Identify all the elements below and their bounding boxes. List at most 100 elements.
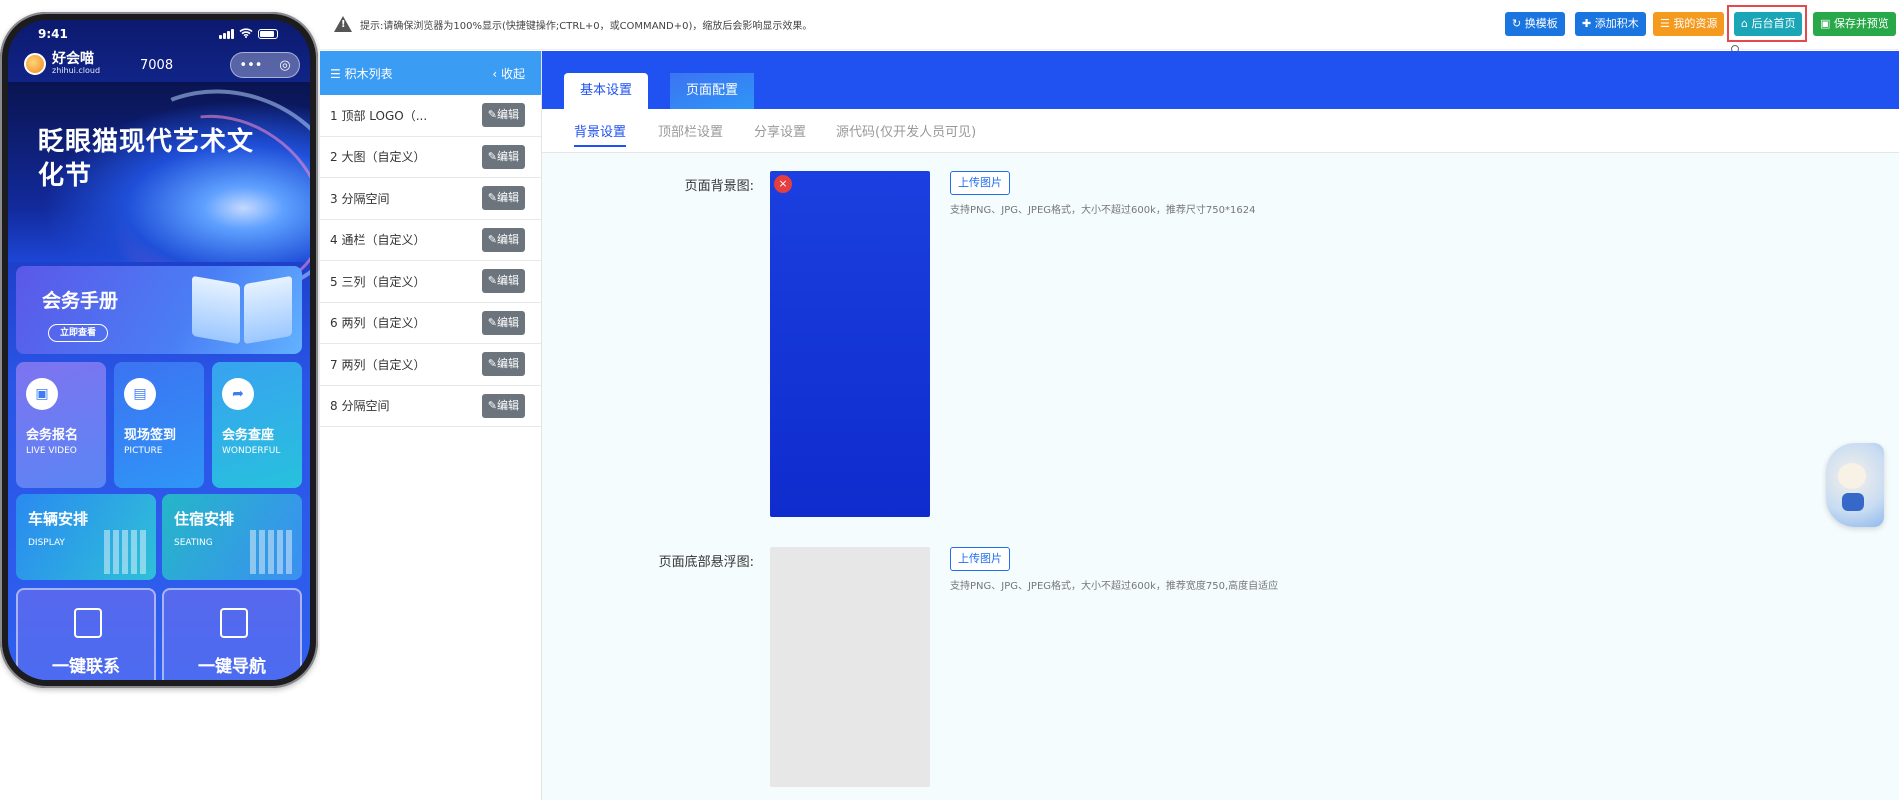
miniapp-capsule[interactable]: ••• ◎ [230,52,300,78]
edit-label: 编辑 [497,108,519,122]
edit-block-button[interactable]: ✎编辑 [481,269,525,294]
tile-seat[interactable]: ➦ 会务查座 WONDERFUL [212,362,302,488]
footer-float-hint: 支持PNG、JPG、JPEG格式，大小不超过600k，推荐宽度750,高度自适应 [950,581,1279,592]
edit-label: 编辑 [497,315,519,329]
contact-card-icon [220,608,248,638]
tile-subtitle: DISPLAY [28,538,65,548]
block-item-label: 7 两列（自定义） [330,357,426,372]
seats-icon [250,530,294,574]
save-preview-button[interactable]: ▣ 保存并预览 [1813,12,1896,36]
block-list-item[interactable]: 5 三列（自定义） ✎编辑 [320,261,541,303]
subtab-topbar[interactable]: 顶部栏设置 [658,121,723,140]
block-item-label: 6 两列（自定义） [330,316,426,331]
my-resources-button[interactable]: ☰ 我的资源 [1653,12,1725,36]
my-resources-label: 我的资源 [1673,17,1718,30]
edit-icon: ✎ [487,149,497,163]
edit-block-button[interactable]: ✎编辑 [481,103,525,128]
block-list-item[interactable]: 7 两列（自定义） ✎编辑 [320,344,541,386]
warning-icon [334,16,352,32]
block-list-item[interactable]: 4 通栏（自定义） ✎编辑 [320,220,541,261]
edit-label: 编辑 [497,191,519,205]
share-icon: ➦ [222,378,254,410]
battery-icon [258,29,278,39]
hero-title: 眨眼猫现代艺术文化节 [38,127,255,191]
tile-subtitle: WONDERFUL [222,446,281,456]
tile-register[interactable]: ▣ 会务报名 LIVE VIDEO [16,362,106,488]
block-list: 1 顶部 LOGO（... ✎编辑 2 大图（自定义） ✎编辑 3 分隔空间 ✎编辑 4 通… [320,95,541,427]
tile-subtitle: PICTURE [124,446,163,456]
block-item-label: 4 通栏（自定义） [330,233,426,248]
edit-icon: ✎ [487,274,497,288]
edit-icon: ✎ [487,357,497,371]
block-list-title: ☰ 积木列表 [330,66,393,81]
edit-icon: ✎ [487,108,497,122]
swap-template-label: 换模板 [1524,17,1558,30]
tile-contact[interactable]: 一键联系 [16,588,156,680]
add-block-button[interactable]: ✚ 添加积木 [1575,12,1646,36]
status-icons [219,27,278,41]
edit-label: 编辑 [497,149,519,163]
book-icon [192,274,292,344]
close-circle-icon[interactable]: ◎ [279,58,290,73]
add-block-label: 添加积木 [1594,17,1639,30]
block-list-header: ☰ 积木列表 ‹ 收起 [320,51,541,95]
swap-template-button[interactable]: ↻ 换模板 [1505,12,1565,36]
main-tabs: 基本设置 页面配置 [542,51,1899,109]
tile-navigate[interactable]: 一键导航 [162,588,302,680]
tile-checkin[interactable]: ▤ 现场签到 PICTURE [114,362,204,488]
block-item-label: 5 三列（自定义） [330,274,426,289]
edit-icon: ✎ [487,232,497,246]
block-list-item[interactable]: 6 两列（自定义） ✎编辑 [320,303,541,344]
room-number: 7008 [140,58,174,73]
bg-image-preview: × [770,171,930,517]
status-bar: 9:41 [8,20,310,48]
edit-block-button[interactable]: ✎编辑 [481,144,525,169]
view-now-button[interactable]: 立即查看 [48,324,108,342]
block-list-item[interactable]: 8 分隔空间 ✎编辑 [320,386,541,427]
block-list-title-text: 积木列表 [344,66,393,81]
block-item-label: 2 大图（自定义） [330,150,426,165]
highlight-box [1727,5,1807,42]
bg-image-label: 页面背景图: [684,179,754,194]
delete-image-icon[interactable]: × [774,175,792,193]
edit-block-button[interactable]: ✎编辑 [481,310,525,335]
save-preview-label: 保存并预览 [1833,17,1889,30]
block-list-item[interactable]: 3 分隔空间 ✎编辑 [320,178,541,220]
manual-card[interactable]: 会务手册 立即查看 [16,266,302,354]
subtab-share[interactable]: 分享设置 [754,121,806,140]
picture-icon: ▤ [124,378,156,410]
upload-footer-button[interactable]: 上传图片 [950,547,1010,571]
block-list-panel: ☰ 积木列表 ‹ 收起 1 顶部 LOGO（... ✎编辑 2 大图（自定义） ✎编辑… [320,51,542,800]
edit-icon: ✎ [487,398,497,412]
zoom-tip: 提示:请确保浏览器为100%显示(快捷键操作;CTRL+0，或COMMAND+0… [360,21,813,32]
subtab-background[interactable]: 背景设置 [574,121,627,147]
status-time: 9:41 [38,27,68,41]
edit-label: 编辑 [497,398,519,412]
footer-float-label: 页面底部悬浮图: [658,555,754,570]
phone-screen: 9:41 好会喵 zhihui.cloud 7008 ••• ◎ 眨眼猫现代艺术… [8,20,310,680]
edit-block-button[interactable]: ✎编辑 [481,186,525,211]
tab-basic-settings[interactable]: 基本设置 [564,73,649,109]
tile-title: 会务查座 [222,428,275,443]
phone-preview: 9:41 好会喵 zhihui.cloud 7008 ••• ◎ 眨眼猫现代艺术… [0,12,318,688]
collapse-button[interactable]: ‹ 收起 [492,65,525,82]
bg-image-hint: 支持PNG、JPG、JPEG格式，大小不超过600k，推荐尺寸750*1624 [950,205,1256,216]
assistant-cat-avatar[interactable] [1826,443,1884,527]
edit-block-button[interactable]: ✎编辑 [481,227,525,252]
block-list-item[interactable]: 1 顶部 LOGO（... ✎编辑 [320,95,541,137]
edit-block-button[interactable]: ✎编辑 [481,393,525,418]
tile-title: 会务报名 [26,428,79,443]
tile-lodging[interactable]: 住宿安排 SEATING [162,494,302,580]
tile-title: 一键联系 [52,657,120,677]
building-icon [104,530,148,574]
edit-label: 编辑 [497,274,519,288]
tile-title: 住宿安排 [174,510,235,528]
upload-bg-button[interactable]: 上传图片 [950,171,1010,195]
subtab-source-code[interactable]: 源代码(仅开发人员可见) [836,121,976,140]
more-icon[interactable]: ••• [239,58,262,73]
edit-block-button[interactable]: ✎编辑 [481,352,525,377]
tile-subtitle: SEATING [174,538,213,548]
block-list-item[interactable]: 2 大图（自定义） ✎编辑 [320,137,541,178]
tile-vehicle[interactable]: 车辆安排 DISPLAY [16,494,156,580]
tab-page-config[interactable]: 页面配置 [670,73,755,109]
